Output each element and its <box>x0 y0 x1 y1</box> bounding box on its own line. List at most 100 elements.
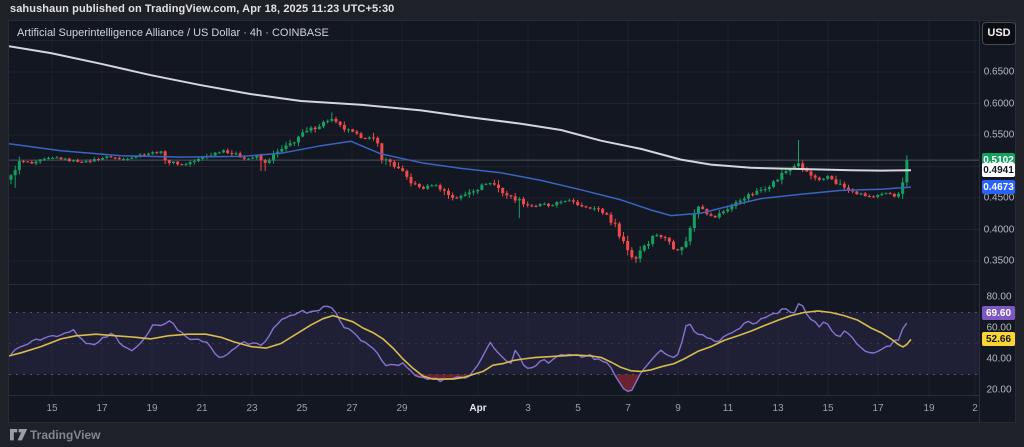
time-tick: 13 <box>772 403 783 414</box>
candle-body <box>435 185 438 186</box>
candle-body <box>147 154 150 155</box>
candle-body <box>714 216 717 218</box>
candle-body <box>10 175 13 180</box>
candle-body <box>201 157 204 158</box>
candle-body <box>189 162 192 164</box>
candle-body <box>426 186 429 189</box>
candle-body <box>822 179 825 180</box>
candle-body <box>893 194 896 197</box>
candle-body <box>668 238 671 242</box>
candle-body <box>764 189 767 190</box>
candle-body <box>551 205 554 206</box>
candle-body <box>510 195 513 196</box>
candle-body <box>76 160 79 162</box>
candle-body <box>164 151 167 160</box>
chart-widget[interactable]: Artificial Superintelligence Alliance / … <box>8 20 1016 423</box>
price-scale[interactable]: 0.70000.65000.60000.55000.45000.40000.35… <box>979 21 1017 396</box>
candle-body <box>797 163 800 166</box>
time-tick: 3 <box>525 403 531 414</box>
candle-body <box>180 164 183 165</box>
candle-body <box>22 161 25 162</box>
publish-info-text: sahushaun published on TradingView.com, … <box>10 3 394 15</box>
time-tick: 11 <box>723 403 733 414</box>
candle-body <box>260 155 263 159</box>
candle-body <box>755 191 758 195</box>
tradingview-logo-icon[interactable] <box>10 428 28 442</box>
candle-body <box>614 223 617 224</box>
candle-body <box>476 190 479 191</box>
candle-body <box>230 153 233 154</box>
time-tick: 21 <box>196 403 207 414</box>
candle-body <box>526 204 529 205</box>
time-tick: 25 <box>296 403 307 414</box>
candle-body <box>401 168 404 171</box>
candle-body <box>364 138 367 139</box>
candle-body <box>785 171 788 173</box>
price-scale-label: 0.6000 <box>980 98 1018 109</box>
candle-body <box>689 228 692 241</box>
candle-body <box>572 200 575 201</box>
candle-body <box>655 235 658 236</box>
time-tick: 29 <box>396 403 407 414</box>
price-scale-label: 0.4500 <box>980 193 1018 204</box>
candle-body <box>72 160 75 161</box>
price-pane[interactable] <box>9 21 979 285</box>
candle-body <box>530 205 533 206</box>
blue-ma-badge: 0.4673 <box>982 180 1015 194</box>
candle-body <box>285 146 288 149</box>
candle-body <box>322 122 325 126</box>
candle-body <box>218 152 221 153</box>
candle-body <box>335 119 338 122</box>
candle-body <box>730 206 733 209</box>
candle-body <box>880 194 883 195</box>
candle-body <box>301 132 304 136</box>
candle-body <box>843 184 846 188</box>
candle-body <box>464 194 467 196</box>
price-scale-label: 0.6500 <box>980 67 1018 78</box>
candle-body <box>543 204 546 205</box>
candle-body <box>710 214 713 216</box>
rsi-pane[interactable] <box>9 285 979 396</box>
price-scale-label: 0.4000 <box>980 224 1018 235</box>
ma-white-line <box>9 46 911 170</box>
tradingview-snapshot: sahushaun published on TradingView.com, … <box>0 0 1024 447</box>
candle-body <box>672 242 675 250</box>
time-tick: 19 <box>923 403 934 414</box>
candle-body <box>343 125 346 130</box>
candle-body <box>372 137 375 138</box>
candle-body <box>835 179 838 183</box>
candle-body <box>676 249 679 250</box>
candle-body <box>751 194 754 195</box>
candle-body <box>610 215 613 223</box>
candle-body <box>889 193 892 194</box>
candle-body <box>547 204 550 206</box>
candle-body <box>55 157 58 158</box>
pane-separator[interactable] <box>9 284 979 285</box>
symbol-title[interactable]: Artificial Superintelligence Alliance / … <box>17 27 329 39</box>
candle-body <box>897 194 900 197</box>
candle-body <box>118 158 121 159</box>
candle-body <box>130 158 133 159</box>
candle-body <box>397 167 400 168</box>
rsi-ma-value-badge: 52.66 <box>982 332 1015 346</box>
chart-plot-area[interactable] <box>9 21 979 396</box>
candle-body <box>318 126 321 129</box>
candle-body <box>68 159 71 161</box>
candle-body <box>314 128 317 129</box>
currency-toggle-button[interactable]: USD <box>982 22 1016 45</box>
candle-body <box>780 173 783 180</box>
candle-body <box>226 150 229 153</box>
time-axis[interactable]: 1517192123252729Apr357911131517192 <box>9 396 979 424</box>
publish-bar: sahushaun published on TradingView.com, … <box>0 0 1024 20</box>
axis-corner <box>979 396 1017 424</box>
candle-body <box>376 138 379 143</box>
candle-body <box>885 193 888 194</box>
time-tick: 5 <box>575 403 581 414</box>
candle-body <box>168 160 171 163</box>
candle-body <box>151 152 154 153</box>
candle-body <box>872 196 875 197</box>
tradingview-brand-text[interactable]: TradingView <box>30 428 100 442</box>
candle-body <box>89 161 92 162</box>
candle-body <box>701 207 704 209</box>
candle-body <box>468 192 471 194</box>
